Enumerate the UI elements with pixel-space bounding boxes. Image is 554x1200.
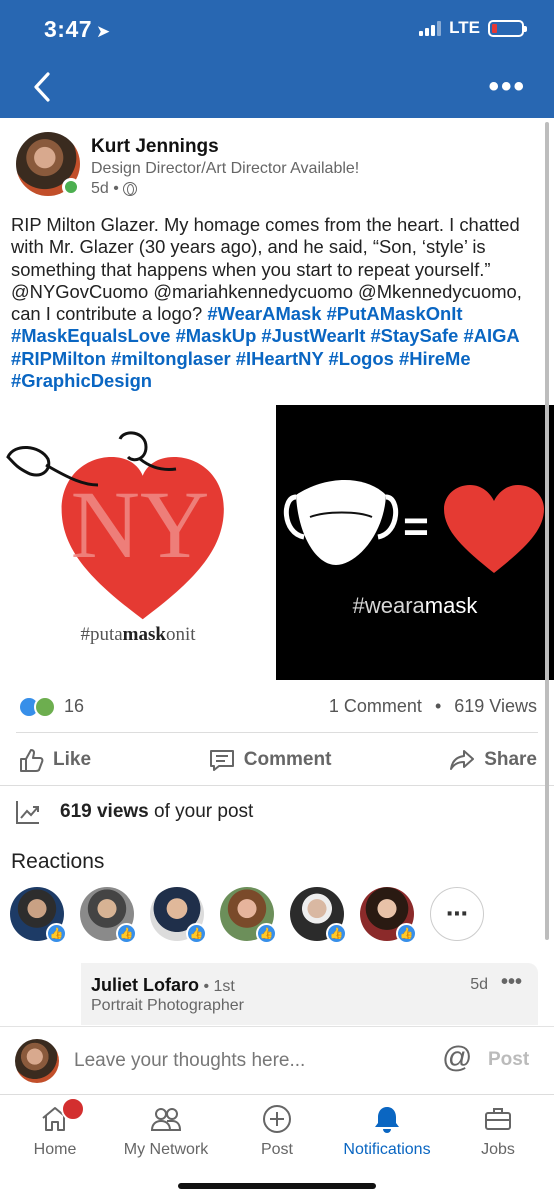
home-indicator[interactable] (178, 1183, 376, 1189)
status-time: 3:47 ➤ (44, 16, 111, 43)
share-button[interactable]: Share (448, 734, 537, 786)
post-image-right[interactable]: = #wearamask (276, 405, 554, 680)
signal-icon (419, 20, 442, 36)
share-arrow-icon (450, 750, 475, 770)
reactor-avatar[interactable]: 👍 (290, 887, 347, 944)
mention-button[interactable]: @ (442, 1041, 472, 1075)
post-age: 5d • (91, 180, 119, 197)
network-icon (150, 1103, 182, 1135)
bell-icon (371, 1103, 403, 1135)
post-images[interactable]: NY #putamaskonit = #wearamask (0, 405, 554, 680)
heart-ny-text: NY (71, 471, 210, 578)
comment-more-button[interactable]: ••• (501, 971, 522, 994)
reactor-list: 👍 👍 👍 👍 👍 👍 ⋯ (10, 887, 484, 944)
status-time-text: 3:47 (44, 16, 93, 42)
reactor-avatar[interactable]: 👍 (220, 887, 277, 944)
post-actions: Like Comment Share (0, 734, 554, 786)
author-headline: Design Director/Art Director Available! (91, 160, 360, 177)
tab-post-label: Post (260, 1141, 293, 1158)
reactor-avatar[interactable]: 👍 (360, 887, 417, 944)
like-badge-icon: 👍 (326, 923, 347, 944)
comment-input[interactable] (74, 1045, 424, 1077)
views-count: 619 views (60, 801, 149, 822)
like-badge-icon: 👍 (46, 923, 67, 944)
like-badge-icon: 👍 (256, 923, 277, 944)
comment-preview[interactable]: Juliet Lofaro • 1st Portrait Photographe… (81, 963, 538, 1025)
reaction-icons[interactable] (18, 696, 56, 718)
comment-time: 5d (470, 976, 488, 993)
back-chevron-icon[interactable] (30, 70, 56, 104)
commenter-degree: • 1st (199, 978, 235, 995)
tab-jobs[interactable]: Jobs (443, 1103, 553, 1159)
post-comment-button[interactable]: Post (488, 1049, 529, 1071)
reaction-count[interactable]: 16 (64, 696, 84, 717)
tab-my-network-label: My Network (123, 1141, 209, 1158)
add-post-icon (261, 1103, 293, 1135)
divider (16, 732, 538, 733)
online-status-dot (62, 178, 80, 196)
globe-icon (122, 182, 137, 196)
battery-icon (488, 19, 527, 37)
app-header: 3:47 ➤ LTE ••• (0, 0, 554, 118)
tab-home-label: Home (33, 1141, 77, 1158)
post-meta: 5d • (91, 180, 137, 198)
like-badge-icon: 👍 (116, 923, 137, 944)
left-image-caption: #putamaskonit (80, 624, 196, 645)
like-badge-icon: 👍 (186, 923, 207, 944)
reactor-avatar[interactable]: 👍 (80, 887, 137, 944)
like-label: Like (53, 749, 92, 770)
post-author[interactable]: Kurt Jennings Design Director/Art Direct… (0, 118, 554, 208)
comment-label: Comment (243, 749, 332, 770)
comment-button[interactable]: Comment (208, 734, 332, 786)
like-button[interactable]: Like (17, 734, 91, 786)
reactor-avatar[interactable]: 👍 (150, 887, 207, 944)
home-icon (39, 1097, 85, 1135)
post-stats: 16 1 Comment • 619 Views (0, 686, 554, 726)
current-user-avatar (15, 1039, 59, 1083)
comment-composer: @ Post (0, 1026, 554, 1094)
reactor-avatar[interactable]: 👍 (10, 887, 67, 944)
views-text: 619 views of your post (60, 801, 253, 823)
heart-shape-right (444, 485, 544, 573)
scrollbar[interactable] (545, 122, 549, 940)
thumbs-up-icon (20, 749, 44, 772)
mask-equals-heart-illustration: = #wearamask (283, 480, 544, 618)
post-body: RIP Milton Glazer. My homage comes from … (11, 214, 543, 392)
equals-sign: = (403, 502, 429, 551)
more-reactors-button[interactable]: ⋯ (430, 887, 484, 941)
tab-notifications[interactable]: Notifications (332, 1103, 442, 1159)
mask-shape (296, 480, 386, 565)
like-badge-icon: 👍 (396, 923, 417, 944)
post-image-left[interactable]: NY #putamaskonit (0, 405, 276, 680)
post-analytics-link[interactable]: 619 views of your post (14, 798, 253, 826)
tab-my-network[interactable]: My Network (111, 1103, 221, 1159)
analytics-icon (16, 801, 39, 824)
comment-count[interactable]: 1 Comment (329, 696, 422, 716)
briefcase-icon (482, 1103, 514, 1135)
comments-views[interactable]: 1 Comment • 619 Views (329, 696, 537, 717)
status-indicators: LTE (419, 18, 527, 38)
location-arrow-icon: ➤ (96, 22, 111, 41)
clap-reaction-icon (34, 696, 56, 718)
comment-icon (209, 750, 234, 771)
author-name[interactable]: Kurt Jennings (91, 136, 219, 158)
tab-home[interactable]: Home (0, 1097, 110, 1159)
tab-notifications-label: Notifications (343, 1141, 431, 1158)
right-image-caption: #wearamask (353, 593, 479, 618)
more-options-button[interactable]: ••• (488, 72, 526, 102)
tab-post[interactable]: Post (222, 1103, 332, 1159)
notification-badge (61, 1097, 85, 1121)
commenter-headline: Portrait Photographer (91, 997, 244, 1014)
heart-mask-illustration: NY #putamaskonit (6, 431, 224, 645)
views-suffix: of your post (148, 801, 254, 822)
share-label: Share (484, 749, 537, 770)
divider (0, 785, 554, 786)
tab-jobs-label: Jobs (481, 1141, 515, 1158)
network-type: LTE (449, 18, 480, 37)
reactions-title: Reactions (11, 850, 105, 873)
view-count[interactable]: 619 Views (454, 696, 537, 716)
stats-separator: • (434, 696, 442, 716)
commenter-name[interactable]: Juliet Lofaro • 1st (91, 975, 235, 996)
